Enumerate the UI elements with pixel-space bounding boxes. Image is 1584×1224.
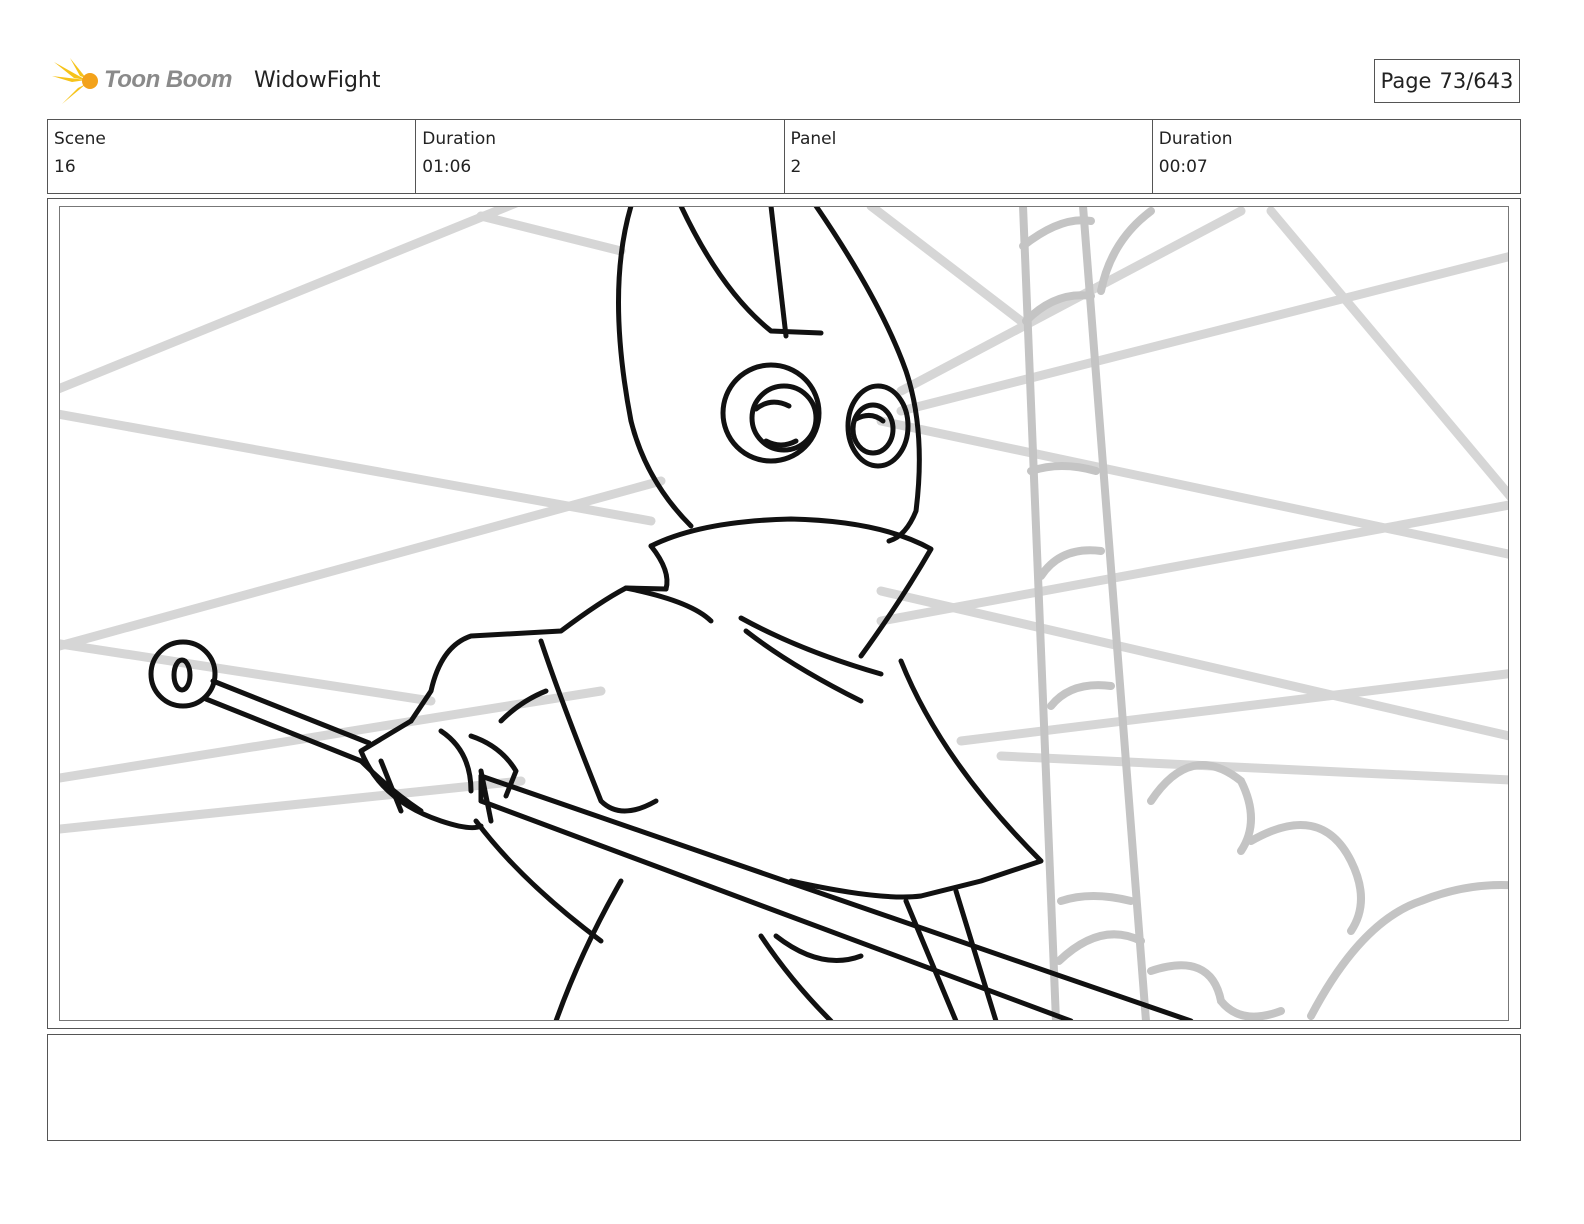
panel-notes [47, 1034, 1521, 1141]
page-indicator: Page 73/643 [1374, 59, 1520, 103]
page-label: Page [1380, 69, 1432, 93]
scene-duration-cell: Duration 01:06 [415, 120, 783, 193]
project-title: WidowFight [254, 68, 381, 93]
panel-duration-label: Duration [1158, 129, 1233, 149]
panel-label: Panel [790, 129, 837, 149]
page-number: 73/643 [1439, 69, 1514, 93]
scene-label: Scene [54, 129, 106, 149]
ladder-sketch [1019, 207, 1508, 1020]
scene-value: 16 [54, 157, 76, 177]
storyboard-panel-image [59, 206, 1509, 1021]
panel-duration-cell: Duration 00:07 [1151, 120, 1520, 193]
character-ink [148, 207, 1194, 1020]
toon-boom-logo: Toon Boom [52, 56, 252, 108]
scene-info-table: Scene 16 Duration 01:06 Panel 2 Duration… [47, 119, 1521, 194]
starburst-icon [52, 58, 98, 104]
panel-duration-value: 00:07 [1158, 157, 1208, 177]
scene-duration-value: 01:06 [422, 157, 472, 177]
scene-duration-label: Duration [422, 129, 497, 149]
panel-sketch [60, 207, 1508, 1020]
brand-name: Toon Boom [104, 66, 232, 93]
panel-value: 2 [790, 157, 802, 177]
storyboard-header: Toon Boom WidowFight [52, 56, 1522, 108]
scene-cell: Scene 16 [48, 120, 415, 193]
panel-cell: Panel 2 [783, 120, 1152, 193]
